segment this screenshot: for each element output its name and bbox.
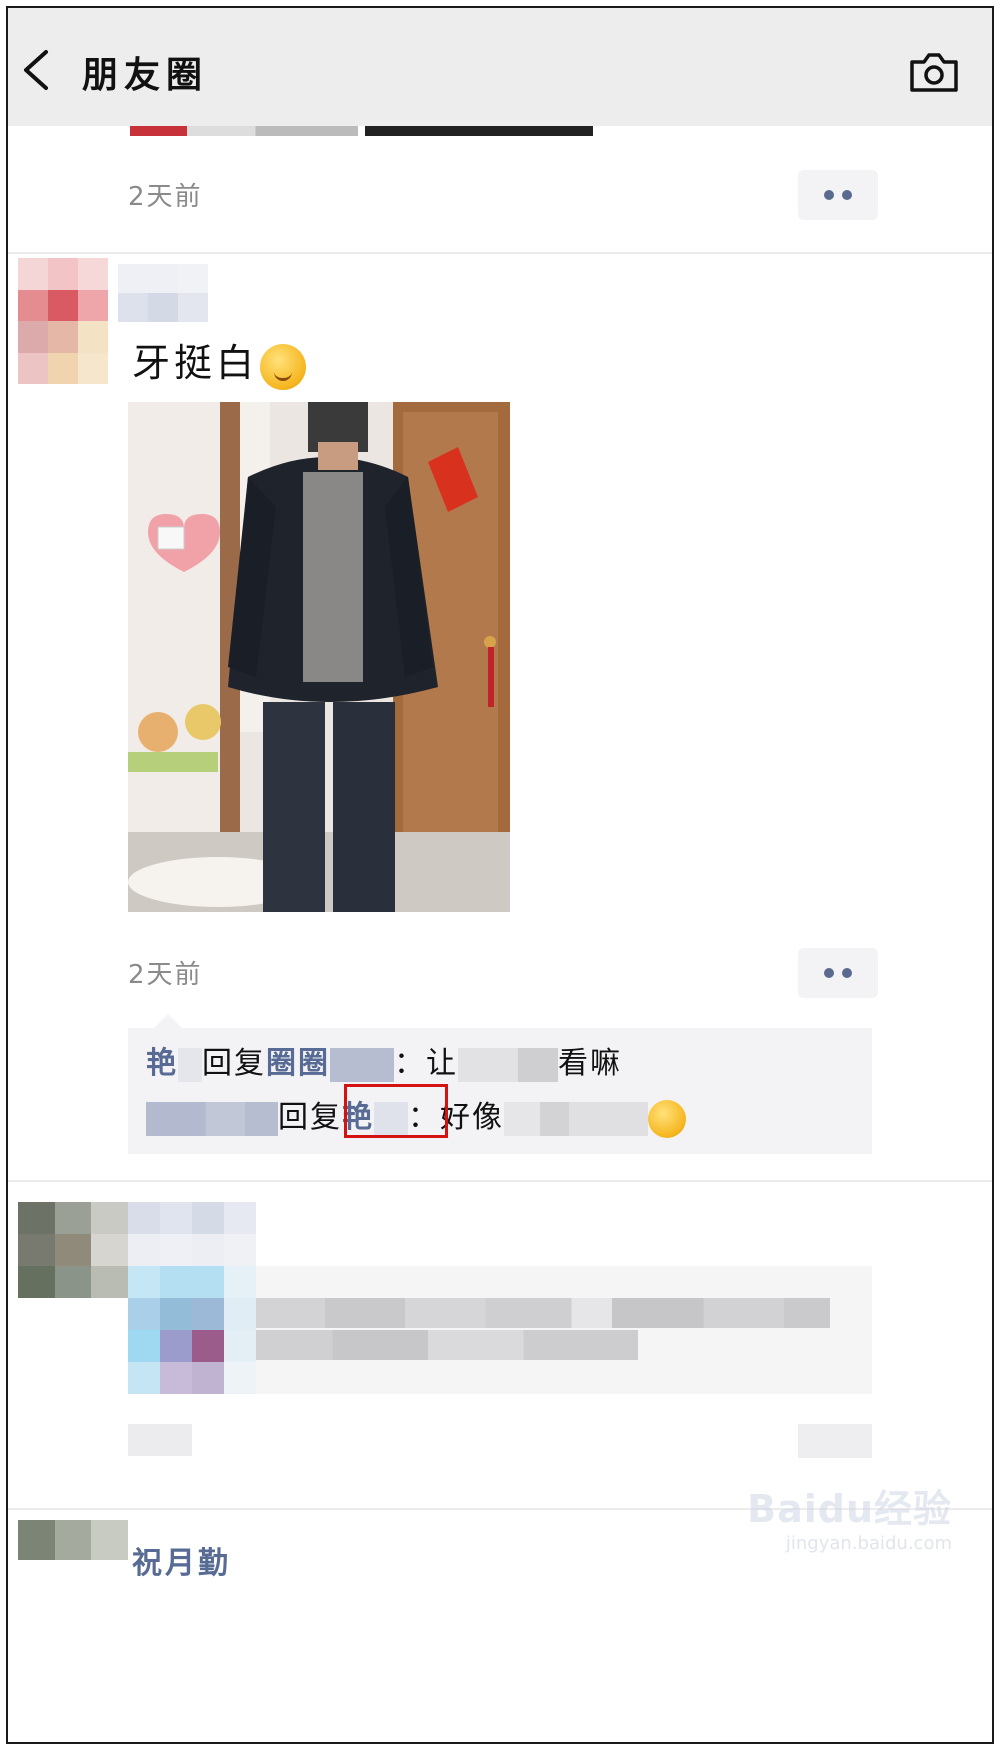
post-time: 2天前 (128, 960, 203, 990)
moments-screen: 朋友圈 2天前 牙挺白 2天前 艳 回复圈圈 ：让 看嘛 回复艳 ：好像 Bai… (6, 6, 994, 1744)
redacted-text (504, 1102, 648, 1136)
post-text-content: 牙挺白 (132, 341, 259, 385)
redacted-text (458, 1048, 558, 1082)
top-bar: 朋友圈 (8, 8, 992, 126)
divider (8, 252, 992, 254)
poster-name[interactable] (118, 264, 208, 322)
avatar[interactable] (18, 1520, 128, 1560)
poster-name[interactable] (128, 1202, 256, 1266)
comment-text-start: 让 (426, 1046, 458, 1081)
comment-verb: 回复 (202, 1046, 266, 1081)
next-post-name[interactable]: 祝月勤 (132, 1538, 231, 1582)
comment-author[interactable]: 艳 (146, 1046, 178, 1081)
previous-post-time: 2天前 (128, 182, 203, 212)
next-post-time (128, 1424, 192, 1456)
avatar[interactable] (18, 258, 108, 384)
comment-text-start: 好像 (440, 1100, 504, 1135)
redacted-text (178, 1048, 202, 1082)
comments-box: 艳回复圈圈 ：让 看嘛 回复艳 ：好像 (128, 1014, 872, 1154)
highlight-box (344, 1084, 448, 1138)
next-post-image[interactable] (128, 1266, 256, 1394)
post-more-button[interactable] (798, 948, 878, 998)
next-post-text (256, 1266, 872, 1394)
previous-post-more-button[interactable] (798, 170, 878, 220)
camera-icon[interactable] (908, 50, 960, 94)
previous-post-image-2[interactable] (365, 126, 593, 136)
watermark: Baidu经验 jingyan.baidu.com (747, 1478, 952, 1554)
watermark-sub: jingyan.baidu.com (785, 1533, 952, 1554)
post-photo[interactable] (128, 402, 510, 912)
redacted-name (146, 1102, 278, 1136)
page-title: 朋友圈 (82, 54, 209, 96)
previous-post-image-1[interactable] (130, 126, 358, 136)
post-text: 牙挺白 (132, 332, 307, 390)
divider (8, 1180, 992, 1182)
comment-text-end: 看嘛 (558, 1046, 622, 1081)
chevron-left-icon[interactable] (16, 46, 56, 94)
watermark-main: Baidu经验 (747, 1487, 952, 1531)
next-post-more-button[interactable] (798, 1424, 872, 1458)
avatar[interactable] (18, 1202, 128, 1298)
comment-verb: 回复 (278, 1100, 342, 1135)
laughing-emoji (648, 1100, 686, 1138)
face-with-hand-over-mouth-emoji (260, 343, 307, 390)
redacted-name (330, 1048, 394, 1082)
comment-separator: ： (394, 1046, 426, 1081)
comment-line-1[interactable]: 艳回复圈圈 ：让 看嘛 (146, 1038, 622, 1082)
comment-reply-to[interactable]: 圈圈 (266, 1046, 330, 1081)
